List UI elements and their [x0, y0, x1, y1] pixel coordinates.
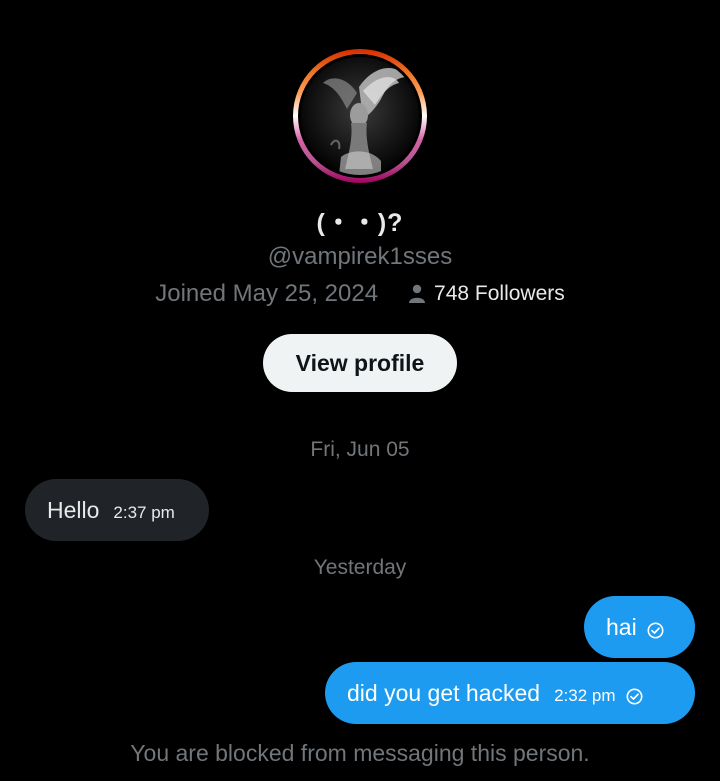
profile-meta: Joined May 25, 2024 748 Followers: [0, 280, 720, 308]
display-name: (・・)?: [316, 209, 404, 237]
incoming-message-bubble[interactable]: Hello 2:37 pm: [25, 479, 209, 541]
date-separator: Fri, Jun 05: [310, 438, 410, 461]
blocked-notice: You are blocked from messaging this pers…: [130, 740, 590, 766]
profile-handle: @vampirek1sses: [267, 243, 453, 270]
message-time: 2:37 pm: [113, 503, 175, 522]
joined-date: Joined May 25, 2024: [155, 280, 379, 307]
view-profile-button[interactable]: View profile: [263, 334, 457, 392]
date-separator: Yesterday: [313, 556, 407, 579]
angel-avatar-image: [301, 57, 419, 175]
avatar: [301, 57, 419, 175]
followers-count: 748 Followers: [408, 282, 565, 306]
message-text: did you get hacked: [347, 679, 541, 706]
sent-check-icon: [626, 688, 643, 704]
outgoing-message-bubble[interactable]: did you get hacked 2:32 pm: [325, 662, 695, 724]
outgoing-message-bubble[interactable]: hai: [584, 596, 695, 658]
followers-label: 748 Followers: [434, 282, 565, 305]
sent-check-icon: [647, 622, 664, 638]
message-time: 2:32 pm: [554, 686, 616, 705]
profile-avatar[interactable]: [293, 49, 427, 183]
message-text: hai: [606, 613, 637, 640]
person-icon: [409, 284, 426, 303]
message-text: Hello: [47, 496, 100, 523]
